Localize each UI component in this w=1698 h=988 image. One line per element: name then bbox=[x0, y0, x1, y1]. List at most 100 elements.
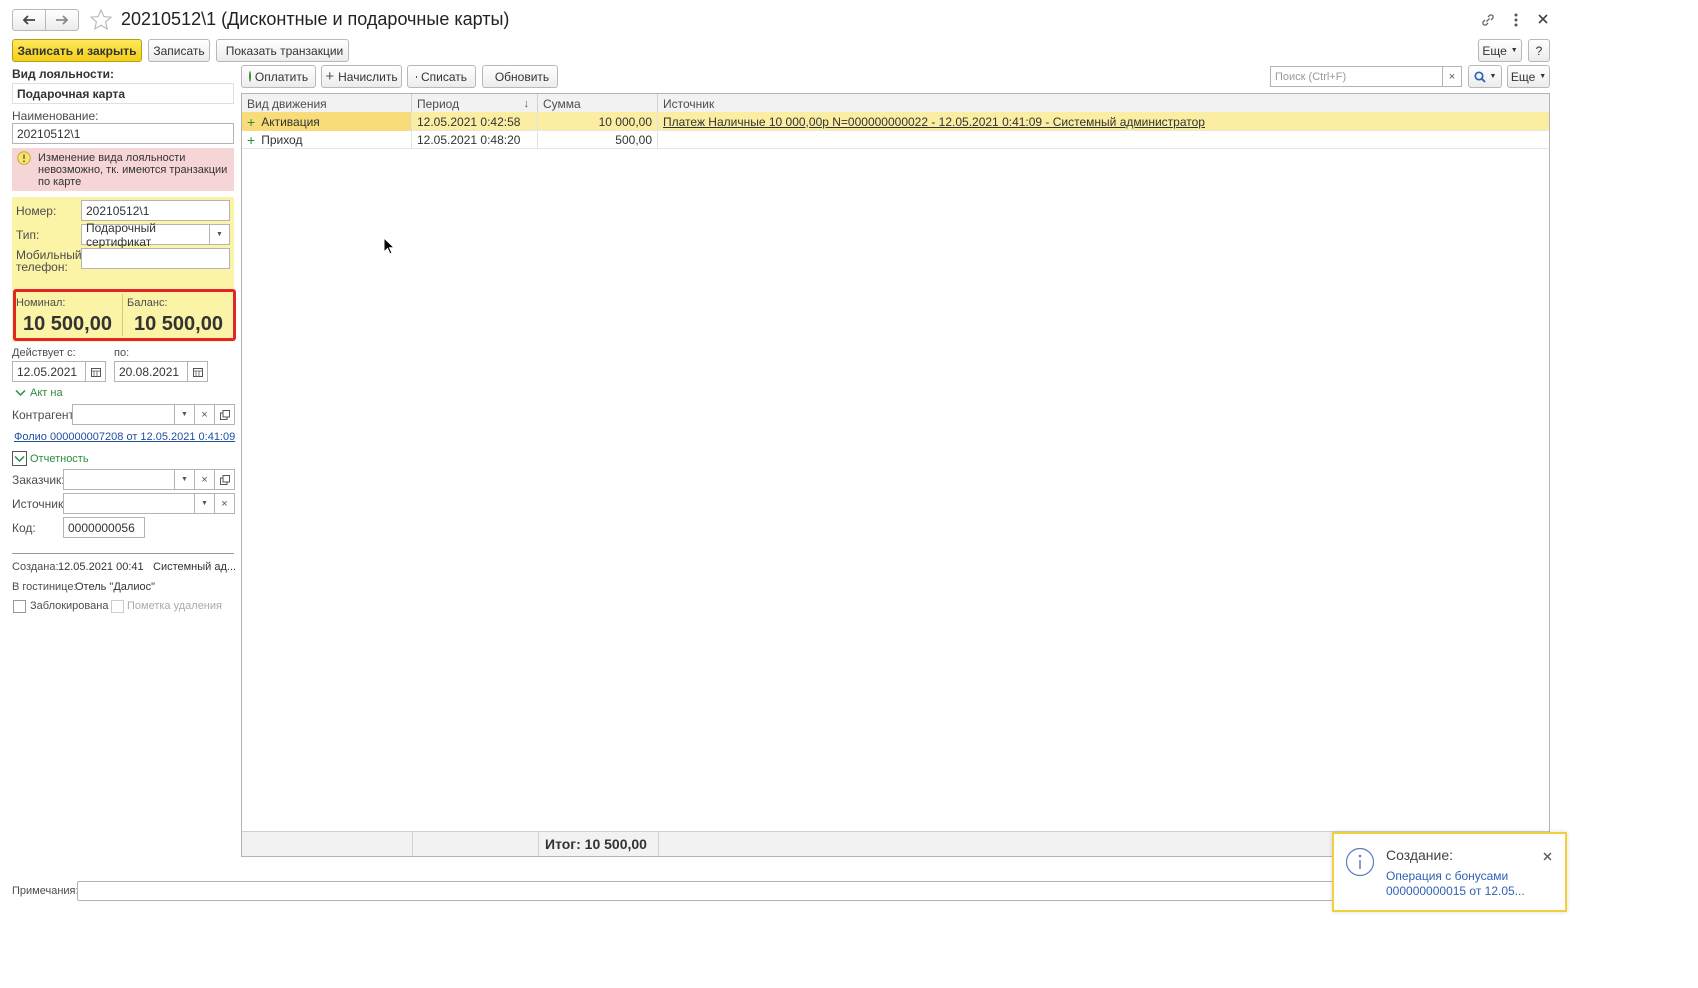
code-label: Код: bbox=[12, 521, 36, 535]
blocked-checkbox[interactable] bbox=[13, 600, 26, 613]
calendar-icon bbox=[192, 367, 203, 377]
close-icon[interactable] bbox=[1537, 13, 1549, 25]
created-by: Системный ад... bbox=[153, 561, 237, 573]
search-options-button[interactable]: ▼ bbox=[1468, 65, 1502, 88]
footer-divider bbox=[412, 831, 413, 856]
hotel-label: В гостинице: bbox=[12, 581, 77, 593]
notification-title: Создание: bbox=[1386, 847, 1454, 863]
back-button[interactable] bbox=[12, 9, 46, 31]
transactions-table bbox=[241, 93, 1550, 857]
deletion-mark-checkbox[interactable] bbox=[111, 600, 124, 613]
calendar-from-button[interactable] bbox=[85, 361, 106, 382]
close-icon[interactable] bbox=[1543, 852, 1552, 861]
row-source bbox=[658, 130, 1549, 149]
customer-field[interactable] bbox=[63, 469, 175, 490]
clear-icon: × bbox=[1448, 70, 1456, 83]
type-label: Тип: bbox=[16, 228, 40, 242]
mobile-phone-label: Мобильный телефон: bbox=[16, 248, 82, 274]
act-group-label: Акт на bbox=[30, 387, 63, 399]
row-kind-cell: + Активация bbox=[242, 112, 412, 131]
refresh-button[interactable]: Обновить bbox=[482, 65, 558, 88]
dropdown-arrow-icon: ▼ bbox=[1539, 73, 1547, 80]
chevron-down-icon: ▼ bbox=[181, 476, 188, 483]
clear-icon: × bbox=[201, 473, 208, 486]
counterparty-dropdown-button[interactable]: ▼ bbox=[174, 404, 195, 425]
table-more-button[interactable]: Еще ▼ bbox=[1507, 65, 1550, 88]
search-icon bbox=[1473, 70, 1486, 83]
open-window-icon bbox=[219, 474, 230, 485]
name-field[interactable]: 20210512\1 bbox=[12, 123, 234, 144]
table-more-label: Еще bbox=[1510, 69, 1536, 84]
link-icon[interactable] bbox=[1480, 12, 1496, 28]
show-transactions-label: Показать транзакции bbox=[225, 43, 344, 58]
calendar-to-button[interactable] bbox=[187, 361, 208, 382]
notification-link[interactable]: Операция с бонусами 000000000015 от 12.0… bbox=[1386, 869, 1526, 899]
help-button[interactable]: ? bbox=[1528, 39, 1550, 62]
open-window-icon bbox=[219, 409, 230, 420]
valid-to-field[interactable]: 20.08.2021 bbox=[114, 361, 188, 382]
row-kind-cell: + Приход bbox=[242, 130, 412, 149]
search-input[interactable]: Поиск (Ctrl+F) bbox=[1270, 66, 1443, 87]
column-header-source[interactable]: Источник bbox=[658, 94, 1549, 114]
page-title: 20210512\1 (Дисконтные и подарочные карт… bbox=[121, 9, 510, 29]
reporting-group-toggle[interactable]: Отчетность bbox=[12, 451, 89, 466]
pay-button[interactable]: Оплатить bbox=[241, 65, 316, 88]
column-header-period[interactable]: Период ↓ bbox=[412, 94, 538, 114]
writeoff-label: Списать bbox=[420, 69, 467, 84]
source-clear-button[interactable]: × bbox=[214, 493, 235, 514]
plus-icon: + bbox=[325, 68, 335, 85]
row-kind: Активация bbox=[261, 114, 320, 129]
favorite-star-icon[interactable] bbox=[89, 8, 113, 32]
type-select[interactable]: Подарочный сертификат bbox=[81, 221, 210, 249]
forward-button[interactable] bbox=[45, 9, 79, 31]
more-vertical-icon[interactable] bbox=[1509, 12, 1523, 28]
act-group-toggle[interactable]: Акт на bbox=[15, 387, 63, 399]
valid-from-field[interactable]: 12.05.2021 bbox=[12, 361, 86, 382]
number-field[interactable]: 20210512\1 bbox=[81, 200, 230, 221]
source-field[interactable] bbox=[63, 493, 195, 514]
number-label: Номер: bbox=[16, 204, 57, 218]
refresh-label: Обновить bbox=[494, 69, 550, 84]
loyalty-type-field[interactable]: Подарочная карта bbox=[12, 83, 234, 104]
chevron-down-icon bbox=[12, 451, 27, 466]
row-period: 12.05.2021 0:42:58 bbox=[412, 112, 538, 131]
show-transactions-button[interactable]: Показать транзакции bbox=[216, 39, 349, 62]
minus-icon bbox=[416, 75, 417, 78]
folio-link[interactable]: Фолио 000000007208 от 12.05.2021 0:41:09 bbox=[14, 431, 235, 443]
loyalty-type-label: Вид лояльности: bbox=[12, 67, 114, 81]
name-label: Наименование: bbox=[12, 109, 99, 123]
mobile-phone-field[interactable] bbox=[81, 248, 230, 269]
customer-dropdown-button[interactable]: ▼ bbox=[174, 469, 195, 490]
save-button[interactable]: Записать bbox=[148, 39, 210, 62]
code-field[interactable]: 0000000056 bbox=[63, 517, 145, 538]
divider bbox=[12, 553, 234, 554]
counterparty-field[interactable] bbox=[72, 404, 175, 425]
mouse-cursor-icon bbox=[383, 237, 395, 255]
type-dropdown-button[interactable]: ▼ bbox=[209, 224, 230, 245]
circle-green-icon bbox=[248, 71, 251, 82]
customer-clear-button[interactable]: × bbox=[194, 469, 215, 490]
save-and-close-button[interactable]: Записать и закрыть bbox=[12, 39, 142, 62]
counterparty-clear-button[interactable]: × bbox=[194, 404, 215, 425]
column-header-period-label: Период bbox=[417, 97, 460, 111]
footer-divider bbox=[538, 831, 539, 856]
pay-label: Оплатить bbox=[254, 69, 309, 84]
column-header-kind[interactable]: Вид движения bbox=[242, 94, 412, 114]
counterparty-open-button[interactable] bbox=[214, 404, 235, 425]
writeoff-button[interactable]: Списать bbox=[407, 65, 476, 88]
created-label: Создана: bbox=[12, 561, 59, 573]
search-clear-button[interactable]: × bbox=[1442, 66, 1462, 87]
column-header-sum[interactable]: Сумма bbox=[538, 94, 658, 114]
source-dropdown-button[interactable]: ▼ bbox=[194, 493, 215, 514]
source-label: Источник: bbox=[12, 497, 67, 511]
more-label: Еще bbox=[1482, 43, 1507, 58]
hotel-value: Отель "Далиос" bbox=[75, 581, 155, 593]
more-menu-button[interactable]: Еще ▼ bbox=[1478, 39, 1522, 62]
nominal-value: 10 500,00 bbox=[23, 313, 112, 335]
customer-open-button[interactable] bbox=[214, 469, 235, 490]
notes-field[interactable] bbox=[77, 881, 1537, 901]
valid-from-label: Действует с: bbox=[12, 347, 76, 359]
row-source-link[interactable]: Платеж Наличные 10 000,00р N=00000000002… bbox=[658, 112, 1549, 131]
notification-popup[interactable]: Создание: Операция с бонусами 0000000000… bbox=[1332, 832, 1567, 912]
accrue-button[interactable]: + Начислить bbox=[321, 65, 402, 88]
